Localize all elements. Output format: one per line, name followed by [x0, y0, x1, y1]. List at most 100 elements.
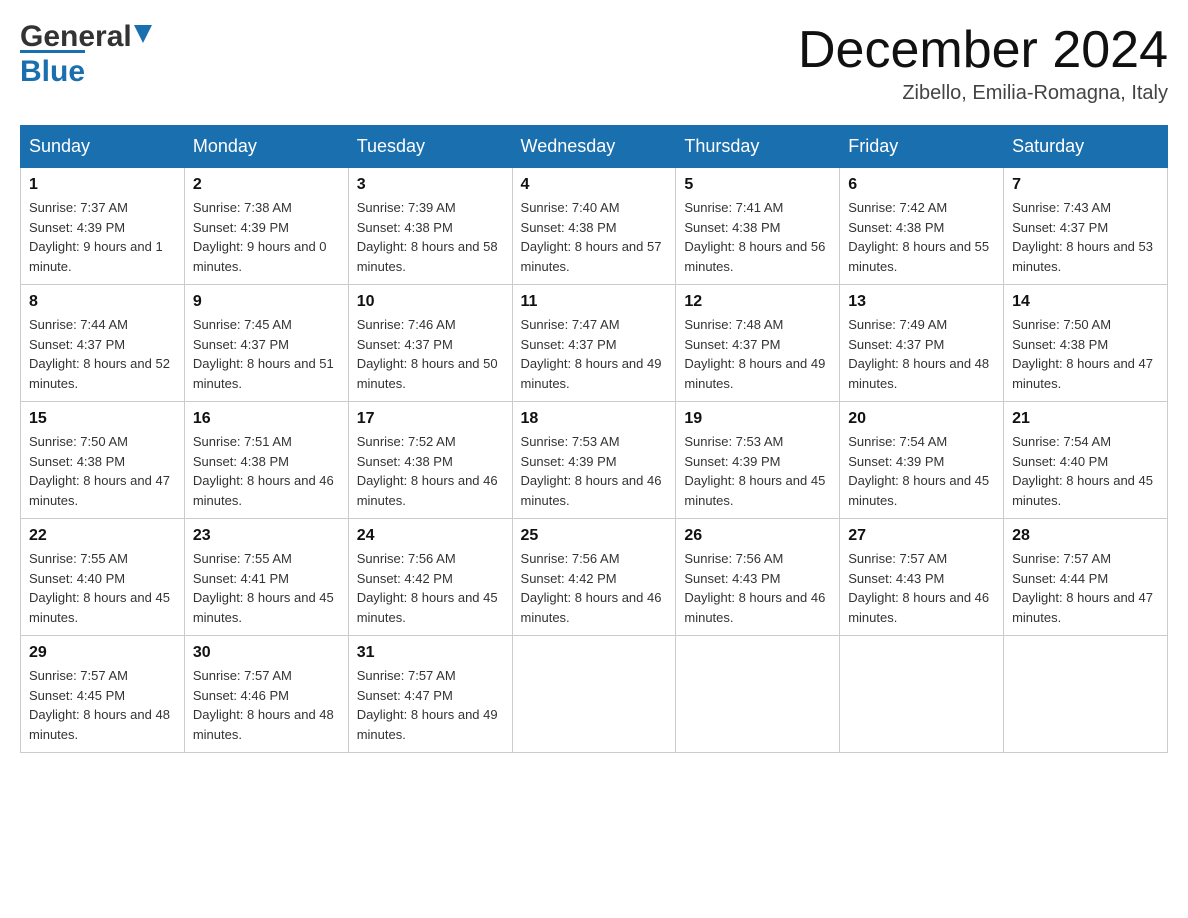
calendar-day-cell: 10 Sunrise: 7:46 AM Sunset: 4:37 PM Dayl… [348, 285, 512, 402]
day-of-week-header: Monday [184, 126, 348, 168]
day-info: Sunrise: 7:43 AM Sunset: 4:37 PM Dayligh… [1012, 198, 1159, 276]
day-number: 31 [357, 644, 504, 662]
calendar-day-cell: 8 Sunrise: 7:44 AM Sunset: 4:37 PM Dayli… [21, 285, 185, 402]
calendar-week-row: 22 Sunrise: 7:55 AM Sunset: 4:40 PM Dayl… [21, 519, 1168, 636]
day-info: Sunrise: 7:54 AM Sunset: 4:40 PM Dayligh… [1012, 432, 1159, 510]
day-info: Sunrise: 7:53 AM Sunset: 4:39 PM Dayligh… [521, 432, 668, 510]
calendar-day-cell: 14 Sunrise: 7:50 AM Sunset: 4:38 PM Dayl… [1004, 285, 1168, 402]
calendar-day-cell: 9 Sunrise: 7:45 AM Sunset: 4:37 PM Dayli… [184, 285, 348, 402]
day-number: 3 [357, 176, 504, 194]
day-info: Sunrise: 7:45 AM Sunset: 4:37 PM Dayligh… [193, 315, 340, 393]
day-info: Sunrise: 7:57 AM Sunset: 4:47 PM Dayligh… [357, 666, 504, 744]
day-info: Sunrise: 7:56 AM Sunset: 4:42 PM Dayligh… [521, 549, 668, 627]
day-of-week-header: Thursday [676, 126, 840, 168]
calendar-day-cell: 4 Sunrise: 7:40 AM Sunset: 4:38 PM Dayli… [512, 168, 676, 285]
title-section: December 2024 Zibello, Emilia-Romagna, I… [798, 20, 1168, 105]
day-number: 29 [29, 644, 176, 662]
calendar-day-cell: 20 Sunrise: 7:54 AM Sunset: 4:39 PM Dayl… [840, 402, 1004, 519]
day-number: 11 [521, 293, 668, 311]
day-number: 2 [193, 176, 340, 194]
day-number: 9 [193, 293, 340, 311]
logo-general-text: General [20, 20, 132, 54]
day-number: 24 [357, 527, 504, 545]
calendar-day-cell: 18 Sunrise: 7:53 AM Sunset: 4:39 PM Dayl… [512, 402, 676, 519]
day-info: Sunrise: 7:46 AM Sunset: 4:37 PM Dayligh… [357, 315, 504, 393]
calendar-day-cell: 7 Sunrise: 7:43 AM Sunset: 4:37 PM Dayli… [1004, 168, 1168, 285]
day-info: Sunrise: 7:48 AM Sunset: 4:37 PM Dayligh… [684, 315, 831, 393]
day-number: 17 [357, 410, 504, 428]
day-info: Sunrise: 7:55 AM Sunset: 4:40 PM Dayligh… [29, 549, 176, 627]
day-info: Sunrise: 7:44 AM Sunset: 4:37 PM Dayligh… [29, 315, 176, 393]
calendar-day-cell: 3 Sunrise: 7:39 AM Sunset: 4:38 PM Dayli… [348, 168, 512, 285]
day-number: 7 [1012, 176, 1159, 194]
calendar-day-cell: 1 Sunrise: 7:37 AM Sunset: 4:39 PM Dayli… [21, 168, 185, 285]
day-number: 14 [1012, 293, 1159, 311]
day-of-week-header: Tuesday [348, 126, 512, 168]
day-number: 25 [521, 527, 668, 545]
calendar-day-cell: 27 Sunrise: 7:57 AM Sunset: 4:43 PM Dayl… [840, 519, 1004, 636]
calendar-day-cell [512, 636, 676, 753]
day-number: 10 [357, 293, 504, 311]
calendar-week-row: 15 Sunrise: 7:50 AM Sunset: 4:38 PM Dayl… [21, 402, 1168, 519]
day-info: Sunrise: 7:50 AM Sunset: 4:38 PM Dayligh… [1012, 315, 1159, 393]
calendar-table: SundayMondayTuesdayWednesdayThursdayFrid… [20, 125, 1168, 753]
page-header: General Blue December 2024 Zibello, Emil… [20, 20, 1168, 105]
day-number: 26 [684, 527, 831, 545]
day-info: Sunrise: 7:38 AM Sunset: 4:39 PM Dayligh… [193, 198, 340, 276]
logo: General Blue [20, 20, 152, 89]
calendar-day-cell: 2 Sunrise: 7:38 AM Sunset: 4:39 PM Dayli… [184, 168, 348, 285]
day-info: Sunrise: 7:57 AM Sunset: 4:46 PM Dayligh… [193, 666, 340, 744]
day-info: Sunrise: 7:51 AM Sunset: 4:38 PM Dayligh… [193, 432, 340, 510]
calendar-day-cell: 28 Sunrise: 7:57 AM Sunset: 4:44 PM Dayl… [1004, 519, 1168, 636]
calendar-day-cell: 17 Sunrise: 7:52 AM Sunset: 4:38 PM Dayl… [348, 402, 512, 519]
day-number: 8 [29, 293, 176, 311]
calendar-week-row: 8 Sunrise: 7:44 AM Sunset: 4:37 PM Dayli… [21, 285, 1168, 402]
day-number: 12 [684, 293, 831, 311]
calendar-day-cell: 15 Sunrise: 7:50 AM Sunset: 4:38 PM Dayl… [21, 402, 185, 519]
day-number: 5 [684, 176, 831, 194]
calendar-day-cell: 11 Sunrise: 7:47 AM Sunset: 4:37 PM Dayl… [512, 285, 676, 402]
day-of-week-header: Sunday [21, 126, 185, 168]
calendar-day-cell: 24 Sunrise: 7:56 AM Sunset: 4:42 PM Dayl… [348, 519, 512, 636]
calendar-day-cell: 16 Sunrise: 7:51 AM Sunset: 4:38 PM Dayl… [184, 402, 348, 519]
day-number: 30 [193, 644, 340, 662]
calendar-day-cell: 6 Sunrise: 7:42 AM Sunset: 4:38 PM Dayli… [840, 168, 1004, 285]
calendar-day-cell: 26 Sunrise: 7:56 AM Sunset: 4:43 PM Dayl… [676, 519, 840, 636]
day-info: Sunrise: 7:56 AM Sunset: 4:43 PM Dayligh… [684, 549, 831, 627]
logo-blue-text: Blue [20, 50, 85, 89]
day-info: Sunrise: 7:56 AM Sunset: 4:42 PM Dayligh… [357, 549, 504, 627]
calendar-subtitle: Zibello, Emilia-Romagna, Italy [798, 82, 1168, 105]
day-number: 19 [684, 410, 831, 428]
calendar-day-cell: 21 Sunrise: 7:54 AM Sunset: 4:40 PM Dayl… [1004, 402, 1168, 519]
calendar-day-cell: 22 Sunrise: 7:55 AM Sunset: 4:40 PM Dayl… [21, 519, 185, 636]
day-number: 4 [521, 176, 668, 194]
day-info: Sunrise: 7:41 AM Sunset: 4:38 PM Dayligh… [684, 198, 831, 276]
day-info: Sunrise: 7:40 AM Sunset: 4:38 PM Dayligh… [521, 198, 668, 276]
calendar-day-cell: 23 Sunrise: 7:55 AM Sunset: 4:41 PM Dayl… [184, 519, 348, 636]
calendar-day-cell: 31 Sunrise: 7:57 AM Sunset: 4:47 PM Dayl… [348, 636, 512, 753]
day-info: Sunrise: 7:54 AM Sunset: 4:39 PM Dayligh… [848, 432, 995, 510]
calendar-day-cell: 13 Sunrise: 7:49 AM Sunset: 4:37 PM Dayl… [840, 285, 1004, 402]
day-number: 22 [29, 527, 176, 545]
calendar-header-row: SundayMondayTuesdayWednesdayThursdayFrid… [21, 126, 1168, 168]
calendar-title: December 2024 [798, 20, 1168, 80]
calendar-day-cell: 30 Sunrise: 7:57 AM Sunset: 4:46 PM Dayl… [184, 636, 348, 753]
day-info: Sunrise: 7:49 AM Sunset: 4:37 PM Dayligh… [848, 315, 995, 393]
day-number: 27 [848, 527, 995, 545]
logo-triangle-icon [134, 25, 152, 48]
day-info: Sunrise: 7:55 AM Sunset: 4:41 PM Dayligh… [193, 549, 340, 627]
calendar-day-cell: 5 Sunrise: 7:41 AM Sunset: 4:38 PM Dayli… [676, 168, 840, 285]
calendar-day-cell: 12 Sunrise: 7:48 AM Sunset: 4:37 PM Dayl… [676, 285, 840, 402]
calendar-week-row: 1 Sunrise: 7:37 AM Sunset: 4:39 PM Dayli… [21, 168, 1168, 285]
day-info: Sunrise: 7:57 AM Sunset: 4:44 PM Dayligh… [1012, 549, 1159, 627]
day-of-week-header: Wednesday [512, 126, 676, 168]
day-number: 1 [29, 176, 176, 194]
calendar-week-row: 29 Sunrise: 7:57 AM Sunset: 4:45 PM Dayl… [21, 636, 1168, 753]
day-number: 20 [848, 410, 995, 428]
day-number: 13 [848, 293, 995, 311]
day-of-week-header: Friday [840, 126, 1004, 168]
day-info: Sunrise: 7:39 AM Sunset: 4:38 PM Dayligh… [357, 198, 504, 276]
calendar-day-cell [676, 636, 840, 753]
day-number: 16 [193, 410, 340, 428]
calendar-day-cell: 29 Sunrise: 7:57 AM Sunset: 4:45 PM Dayl… [21, 636, 185, 753]
